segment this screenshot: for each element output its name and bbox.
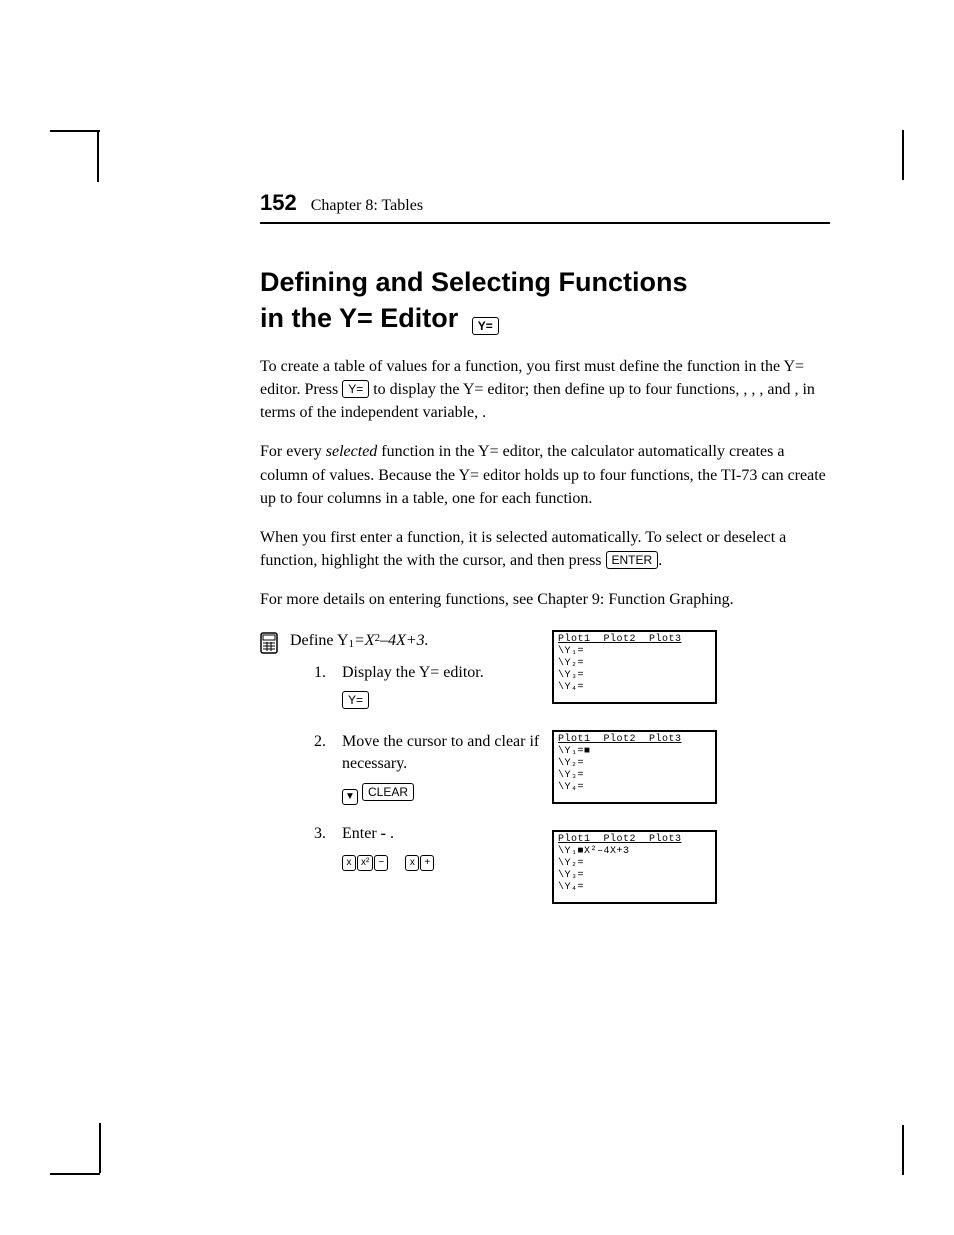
intro-a: Define Y (290, 632, 349, 649)
x-key-icon: x (342, 855, 356, 871)
calculator-icon (260, 632, 278, 659)
clear-key-icon: CLEAR (362, 783, 414, 801)
intro-b: =X (354, 632, 375, 649)
enter-key-icon: ENTER (606, 551, 659, 569)
s2-l1: \Y₁=■ (558, 746, 591, 757)
step-2-text: Move the cursor to and clear if necessar… (342, 731, 540, 776)
screenshot-1: Plot1 Plot2 Plot3 \Y₁= \Y₂= \Y₃= \Y₄= (552, 630, 717, 704)
s1-l3: \Y₃= (558, 670, 584, 681)
page-header: 152 Chapter 8: Tables (260, 190, 830, 224)
step-3-text: Enter - . (342, 823, 540, 845)
plus-key-icon: + (420, 855, 434, 871)
minus-key-icon: − (374, 855, 388, 871)
example-block: Define Y1=X2–4X+3. 1. Display the Y= edi… (260, 630, 830, 930)
page-number: 152 (260, 190, 297, 216)
para2-text-a: For every (260, 443, 326, 460)
chapter-title: Chapter 8: Tables (311, 197, 423, 215)
paragraph-1: To create a table of values for a functi… (260, 355, 830, 425)
s1-l2: \Y₂= (558, 658, 584, 669)
para3-text-a: When you first enter a function, it is s… (260, 529, 786, 569)
para3-text-b: . (658, 552, 662, 569)
example-steps: Define Y1=X2–4X+3. 1. Display the Y= edi… (290, 630, 540, 892)
step-1: 1. Display the Y= editor. Y= (314, 662, 540, 713)
para2-emph: selected (326, 443, 378, 460)
x-key-icon: x (405, 855, 419, 871)
step-2: 2. Move the cursor to and clear if neces… (314, 731, 540, 805)
x-squared-key-icon: x² (357, 855, 373, 871)
step3-a: Enter (342, 825, 381, 842)
paragraph-3: When you first enter a function, it is s… (260, 526, 830, 572)
s3-l1: \Y₁■X²–4X+3 (558, 846, 630, 857)
intro-c: –4X+3. (380, 632, 429, 649)
plot-header: Plot1 Plot2 Plot3 (558, 834, 682, 846)
heading-line2: in the Y= Editor (260, 303, 466, 333)
heading-line1: Defining and Selecting Functions (260, 267, 688, 297)
y-equals-key-icon: Y= (342, 380, 369, 398)
step-3-num: 3. (314, 823, 332, 874)
s2-l2: \Y₂= (558, 758, 584, 769)
step-1-text: Display the Y= editor. (342, 662, 540, 684)
step-3: 3. Enter - . xx²− x+ (314, 823, 540, 874)
y-equals-key-icon: Y= (342, 691, 369, 709)
step3-b: . (386, 825, 394, 842)
plot-header: Plot1 Plot2 Plot3 (558, 734, 682, 746)
step-1-num: 1. (314, 662, 332, 713)
page-content: 152 Chapter 8: Tables Defining and Selec… (260, 190, 830, 930)
screenshot-3: Plot1 Plot2 Plot3 \Y₁■X²–4X+3 \Y₂= \Y₃= … (552, 830, 717, 904)
s2-l4: \Y₄= (558, 782, 584, 793)
s3-l4: \Y₄= (558, 882, 584, 893)
screenshot-2: Plot1 Plot2 Plot3 \Y₁=■ \Y₂= \Y₃= \Y₄= (552, 730, 717, 804)
down-arrow-key-icon: ▼ (342, 789, 358, 805)
s1-l4: \Y₄= (558, 682, 584, 693)
s1-l1: \Y₁= (558, 646, 584, 657)
y-equals-key-icon: Y= (472, 317, 499, 335)
example-intro: Define Y1=X2–4X+3. (290, 630, 540, 652)
s3-l2: \Y₂= (558, 858, 584, 869)
s3-l3: \Y₃= (558, 870, 584, 881)
plot-header: Plot1 Plot2 Plot3 (558, 634, 682, 646)
example-screenshots: Plot1 Plot2 Plot3 \Y₁= \Y₂= \Y₃= \Y₄= Pl… (552, 630, 830, 930)
paragraph-4: For more details on entering functions, … (260, 588, 830, 611)
step-2-num: 2. (314, 731, 332, 805)
section-heading: Defining and Selecting Functions in the … (260, 264, 830, 337)
s2-l3: \Y₃= (558, 770, 584, 781)
paragraph-2: For every selected function in the Y= ed… (260, 440, 830, 510)
